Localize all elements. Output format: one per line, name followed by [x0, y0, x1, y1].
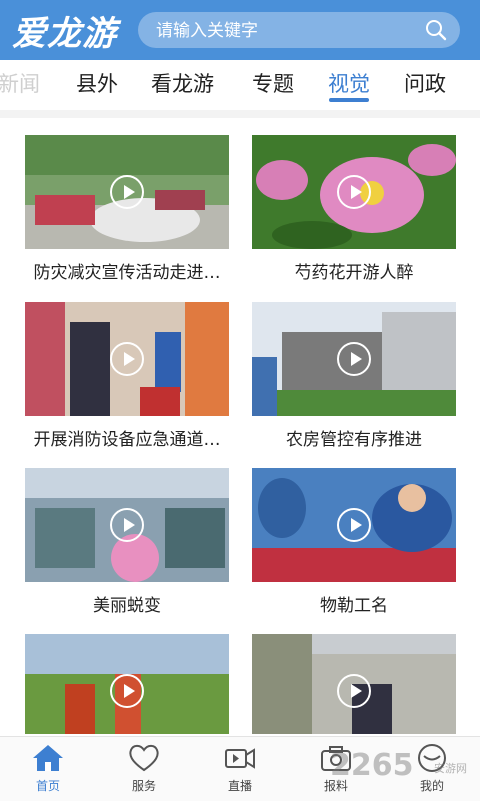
- video-card[interactable]: [25, 634, 229, 734]
- play-icon[interactable]: [337, 342, 371, 376]
- tab-news[interactable]: 新闻: [0, 68, 40, 98]
- video-card[interactable]: 美丽蜕变: [25, 468, 229, 616]
- tab-special-topics[interactable]: 专题: [252, 68, 294, 98]
- video-card[interactable]: 防灾减灾宣传活动走进…: [25, 135, 229, 283]
- video-card[interactable]: [252, 634, 456, 734]
- video-title[interactable]: 美丽蜕变: [25, 591, 229, 616]
- play-icon[interactable]: [337, 508, 371, 542]
- play-icon[interactable]: [110, 175, 144, 209]
- video-title[interactable]: 芍药花开游人醉: [252, 258, 456, 283]
- video-thumbnail[interactable]: [25, 302, 229, 416]
- tab-visual[interactable]: 视觉: [328, 68, 370, 98]
- video-thumbnail[interactable]: [252, 135, 456, 249]
- tab-outside-county[interactable]: 县外: [76, 68, 118, 98]
- video-thumbnail[interactable]: [252, 468, 456, 582]
- nav-services[interactable]: 服务: [114, 743, 174, 794]
- play-icon[interactable]: [110, 508, 144, 542]
- video-card[interactable]: 开展消防设备应急通道…: [25, 302, 229, 450]
- video-thumbnail[interactable]: [252, 634, 456, 734]
- active-tab-indicator: [329, 98, 369, 102]
- category-tabs: 新闻 县外 看龙游 专题 视觉 问政: [0, 60, 480, 106]
- video-thumbnail[interactable]: [25, 634, 229, 734]
- video-thumbnail[interactable]: [252, 302, 456, 416]
- search-icon[interactable]: [424, 18, 448, 42]
- nav-live[interactable]: 直播: [210, 743, 270, 794]
- search-input[interactable]: [154, 12, 418, 50]
- play-icon[interactable]: [337, 674, 371, 708]
- video-title[interactable]: 农房管控有序推进: [252, 425, 456, 450]
- video-card[interactable]: 芍药花开游人醉: [252, 135, 456, 283]
- video-camera-icon: [225, 748, 255, 769]
- video-card[interactable]: 物勒工名: [252, 468, 456, 616]
- video-card[interactable]: 农房管控有序推进: [252, 302, 456, 450]
- section-divider: [0, 110, 480, 118]
- tab-inquiry[interactable]: 问政: [404, 68, 446, 98]
- app-header: 爱龙游: [0, 0, 480, 60]
- play-icon[interactable]: [337, 175, 371, 209]
- tab-see-longyou[interactable]: 看龙游: [151, 68, 214, 98]
- video-title[interactable]: 物勒工名: [252, 591, 456, 616]
- watermark-sub: 安游网: [434, 762, 467, 775]
- play-icon[interactable]: [110, 674, 144, 708]
- video-thumbnail[interactable]: [25, 468, 229, 582]
- search-bar[interactable]: [138, 12, 460, 50]
- app-logo: 爱龙游: [12, 14, 117, 54]
- watermark: 2265: [330, 748, 414, 783]
- home-icon: [33, 745, 63, 771]
- video-thumbnail[interactable]: [25, 135, 229, 249]
- video-title[interactable]: 防灾减灾宣传活动走进…: [25, 258, 229, 283]
- nav-home[interactable]: 首页: [18, 743, 78, 794]
- video-title[interactable]: 开展消防设备应急通道…: [25, 425, 229, 450]
- play-icon[interactable]: [110, 342, 144, 376]
- heart-icon: [129, 744, 159, 772]
